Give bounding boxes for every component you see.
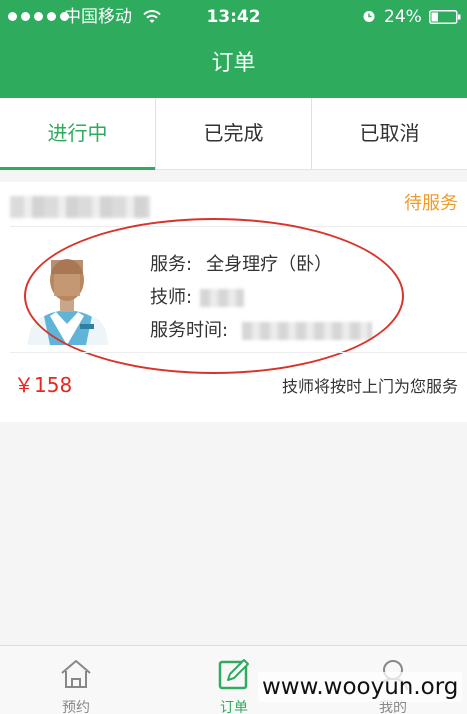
service-note: 技师将按时上门为您服务 bbox=[281, 377, 458, 396]
order-number-redacted bbox=[10, 196, 150, 218]
status-bar: 中国移动 13:42 24% bbox=[0, 0, 467, 34]
watermark: www.wooyun.org bbox=[258, 672, 463, 702]
order-card[interactable]: 待服务 服务: 全身理疗（卧） 技师: 服务时间: ￥158 技师将按时上门为您… bbox=[0, 182, 467, 422]
home-icon bbox=[61, 660, 91, 688]
order-status-badge: 待服务 bbox=[404, 193, 458, 214]
divider bbox=[10, 352, 467, 353]
orders-screen: 中国移动 13:42 24% 订单 进行中 已完成 已取消 待服务 服务: 全身… bbox=[0, 0, 467, 714]
tabbar-label: 预约 bbox=[62, 700, 90, 714]
tab-cancelled[interactable]: 已取消 bbox=[312, 98, 467, 169]
order-tabs: 进行中 已完成 已取消 bbox=[0, 98, 467, 170]
battery-percentage: 24% bbox=[384, 7, 422, 27]
battery-icon bbox=[429, 10, 461, 24]
alarm-icon bbox=[363, 11, 375, 22]
top-bar: 中国移动 13:42 24% 订单 bbox=[0, 0, 467, 98]
red-highlight-circle bbox=[24, 218, 404, 374]
page-title: 订单 bbox=[211, 51, 256, 76]
tab-in-progress[interactable]: 进行中 bbox=[0, 98, 156, 170]
tab-completed[interactable]: 已完成 bbox=[156, 98, 312, 169]
order-price: ￥158 bbox=[14, 373, 73, 397]
tabbar-item-reserve[interactable]: 预约 bbox=[16, 646, 136, 714]
edit-icon bbox=[218, 659, 249, 690]
